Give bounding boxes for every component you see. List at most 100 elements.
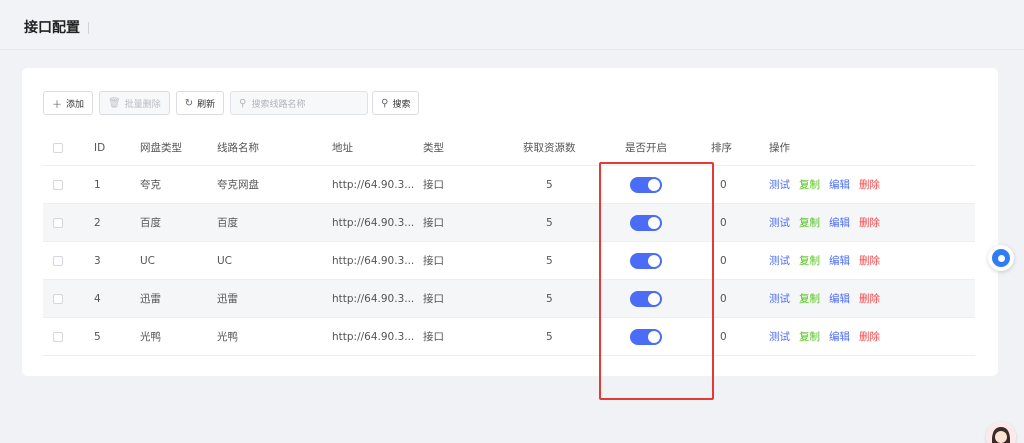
row-sort: 0 bbox=[720, 254, 727, 267]
search-icon: ⚲ bbox=[381, 97, 389, 109]
row-id: 3 bbox=[94, 254, 101, 267]
delete-link[interactable]: 删除 bbox=[859, 253, 880, 268]
content-card: ＋ 添加 🗑︎ 批量删除 ↻ 刷新 ⚲ 搜索线路名称 ⚲ 搜索 ID 网盘类型 … bbox=[22, 68, 998, 376]
search-icon: ⚲ bbox=[239, 97, 247, 109]
column-header-enabled: 是否开启 bbox=[625, 142, 667, 154]
row-enabled-cell bbox=[630, 204, 662, 241]
delete-link[interactable]: 删除 bbox=[859, 215, 880, 230]
route-table: ID 网盘类型 线路名称 地址 类型 获取资源数 是否开启 排序 操作 1 夸克… bbox=[43, 130, 975, 356]
row-pan-type: 迅雷 bbox=[140, 293, 161, 305]
enabled-toggle[interactable] bbox=[630, 176, 662, 193]
toggle-knob bbox=[648, 254, 660, 267]
edit-link[interactable]: 编辑 bbox=[829, 215, 850, 230]
row-sort: 0 bbox=[720, 216, 727, 229]
column-header-id: ID bbox=[94, 141, 106, 154]
test-link[interactable]: 测试 bbox=[769, 329, 790, 344]
search-placeholder: 搜索线路名称 bbox=[251, 99, 306, 110]
row-actions: 测试 复制 编辑 删除 bbox=[769, 242, 889, 279]
row-type: 接口 bbox=[423, 217, 444, 229]
table-row: 4 迅雷 迅雷 http://64.90.3... 接口 5 0 测试 复制 编… bbox=[43, 280, 975, 318]
delete-link[interactable]: 删除 bbox=[859, 329, 880, 344]
row-select-cell bbox=[53, 204, 63, 241]
row-actions: 测试 复制 编辑 删除 bbox=[769, 280, 889, 317]
row-pan-type: 百度 bbox=[140, 217, 161, 229]
refresh-icon: ↻ bbox=[184, 97, 194, 109]
copy-link[interactable]: 复制 bbox=[799, 215, 820, 230]
row-name: 夸克网盘 bbox=[217, 179, 259, 191]
edit-link[interactable]: 编辑 bbox=[829, 329, 850, 344]
select-all-cell bbox=[53, 130, 63, 165]
row-pan-type: UC bbox=[140, 254, 156, 267]
row-count: 5 bbox=[546, 330, 553, 343]
row-checkbox[interactable] bbox=[53, 293, 63, 304]
row-pan-type: 夸克 bbox=[140, 179, 161, 191]
row-select-cell bbox=[53, 242, 63, 279]
batch-delete-button[interactable]: 🗑︎ 批量删除 bbox=[99, 91, 170, 115]
row-actions: 测试 复制 编辑 删除 bbox=[769, 318, 889, 355]
row-address: http://64.90.3... bbox=[332, 330, 415, 343]
row-enabled-cell bbox=[630, 318, 662, 355]
enabled-toggle[interactable] bbox=[630, 252, 662, 269]
column-header-sort: 排序 bbox=[711, 142, 732, 154]
enabled-toggle[interactable] bbox=[630, 290, 662, 307]
row-address: http://64.90.3... bbox=[332, 178, 415, 191]
copy-link[interactable]: 复制 bbox=[799, 329, 820, 344]
row-count: 5 bbox=[546, 216, 553, 229]
chat-float-button[interactable] bbox=[988, 245, 1014, 271]
test-link[interactable]: 测试 bbox=[769, 215, 790, 230]
copy-link[interactable]: 复制 bbox=[799, 291, 820, 306]
column-header-count: 获取资源数 bbox=[523, 142, 576, 154]
table-header: ID 网盘类型 线路名称 地址 类型 获取资源数 是否开启 排序 操作 bbox=[43, 130, 975, 166]
row-address: http://64.90.3... bbox=[332, 216, 415, 229]
row-pan-type: 光鸭 bbox=[140, 331, 161, 343]
edit-link[interactable]: 编辑 bbox=[829, 177, 850, 192]
refresh-button[interactable]: ↻ 刷新 bbox=[175, 91, 225, 115]
test-link[interactable]: 测试 bbox=[769, 177, 790, 192]
row-count: 5 bbox=[546, 254, 553, 267]
row-type: 接口 bbox=[423, 255, 444, 267]
test-link[interactable]: 测试 bbox=[769, 253, 790, 268]
row-checkbox[interactable] bbox=[53, 331, 63, 342]
column-header-name: 线路名称 bbox=[217, 142, 259, 154]
row-select-cell bbox=[53, 280, 63, 317]
toggle-knob bbox=[648, 216, 660, 229]
refresh-button-label: 刷新 bbox=[197, 99, 216, 110]
table-row: 3 UC UC http://64.90.3... 接口 5 0 测试 复制 编… bbox=[43, 242, 975, 280]
enabled-toggle[interactable] bbox=[630, 214, 662, 231]
toggle-knob bbox=[648, 178, 660, 191]
row-sort: 0 bbox=[720, 330, 727, 343]
plus-icon: ＋ bbox=[52, 99, 62, 111]
delete-link[interactable]: 删除 bbox=[859, 291, 880, 306]
row-select-cell bbox=[53, 166, 63, 203]
row-sort: 0 bbox=[720, 292, 727, 305]
row-count: 5 bbox=[546, 292, 553, 305]
avatar-image bbox=[986, 422, 1016, 443]
row-enabled-cell bbox=[630, 166, 662, 203]
row-actions: 测试 复制 编辑 删除 bbox=[769, 166, 889, 203]
copy-link[interactable]: 复制 bbox=[799, 253, 820, 268]
select-all-checkbox[interactable] bbox=[53, 142, 63, 153]
row-checkbox[interactable] bbox=[53, 179, 63, 190]
batch-delete-button-label: 批量删除 bbox=[124, 99, 161, 110]
row-checkbox[interactable] bbox=[53, 255, 63, 266]
row-name: 光鸭 bbox=[217, 331, 238, 343]
row-actions: 测试 复制 编辑 删除 bbox=[769, 204, 889, 241]
table-row: 5 光鸭 光鸭 http://64.90.3... 接口 5 0 测试 复制 编… bbox=[43, 318, 975, 356]
row-checkbox[interactable] bbox=[53, 217, 63, 228]
copy-link[interactable]: 复制 bbox=[799, 177, 820, 192]
search-button[interactable]: ⚲ 搜索 bbox=[372, 91, 420, 115]
edit-link[interactable]: 编辑 bbox=[829, 291, 850, 306]
test-link[interactable]: 测试 bbox=[769, 291, 790, 306]
search-input[interactable]: ⚲ 搜索线路名称 bbox=[230, 91, 369, 115]
edit-link[interactable]: 编辑 bbox=[829, 253, 850, 268]
table-row: 2 百度 百度 http://64.90.3... 接口 5 0 测试 复制 编… bbox=[43, 204, 975, 242]
add-button[interactable]: ＋ 添加 bbox=[43, 91, 94, 115]
row-address: http://64.90.3... bbox=[332, 292, 415, 305]
delete-link[interactable]: 删除 bbox=[859, 177, 880, 192]
enabled-toggle[interactable] bbox=[630, 328, 662, 345]
column-header-address: 地址 bbox=[332, 142, 353, 154]
column-header-actions: 操作 bbox=[769, 142, 790, 154]
row-id: 5 bbox=[94, 330, 101, 343]
avatar[interactable] bbox=[986, 422, 1016, 443]
page-title: 接口配置 bbox=[24, 20, 80, 36]
